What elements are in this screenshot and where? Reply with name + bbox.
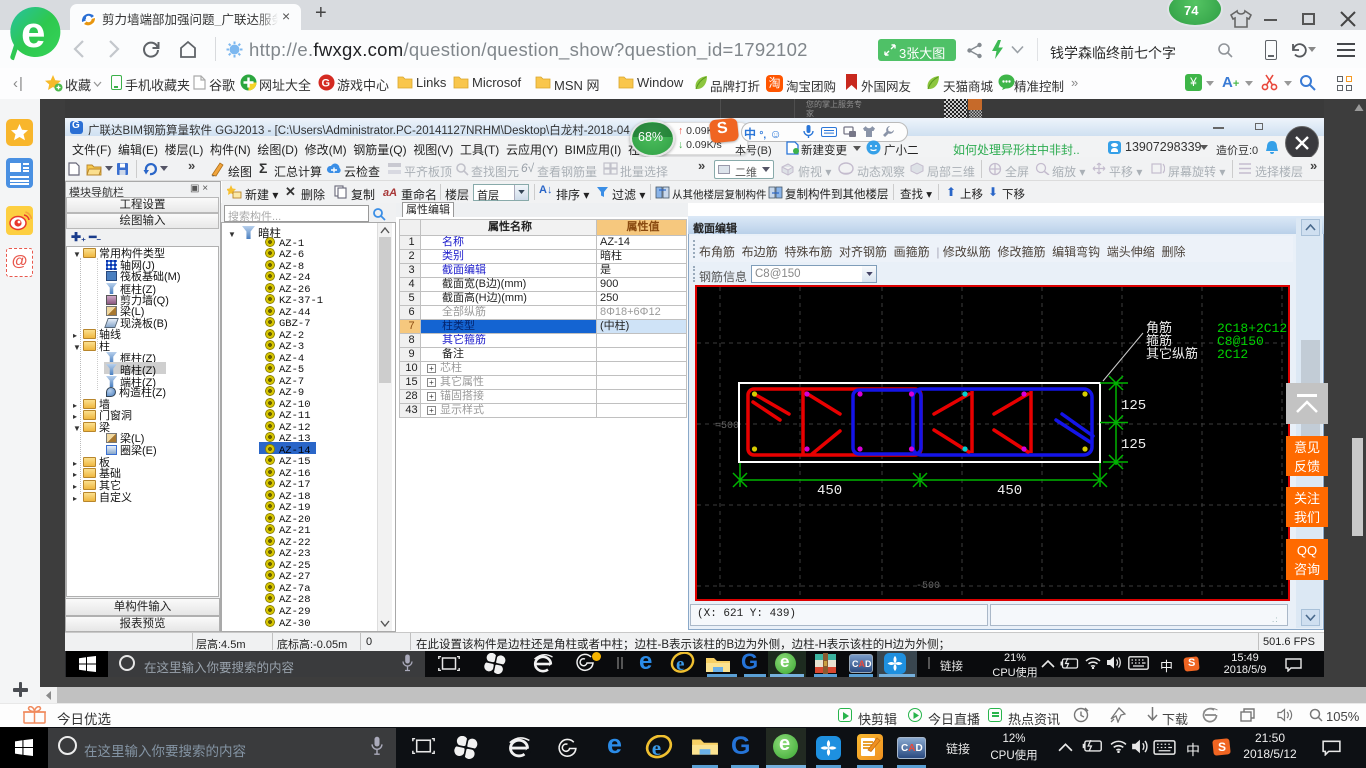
svg-text:-500: -500 xyxy=(916,581,940,592)
svg-text:aA: aA xyxy=(383,187,397,199)
svg-text:e: e xyxy=(676,654,684,675)
svg-text:125: 125 xyxy=(1121,398,1146,414)
svg-text:e: e xyxy=(652,736,661,760)
svg-text:450: 450 xyxy=(817,483,842,499)
svg-text:G: G xyxy=(322,78,331,90)
svg-text:125: 125 xyxy=(1121,437,1146,453)
svg-text:450: 450 xyxy=(997,483,1022,499)
svg-text:其它纵筋: 其它纵筋 xyxy=(1146,346,1198,362)
svg-text:=500: =500 xyxy=(715,421,739,432)
svg-text:2C12: 2C12 xyxy=(1217,347,1248,362)
svg-text:e: e xyxy=(21,8,45,57)
